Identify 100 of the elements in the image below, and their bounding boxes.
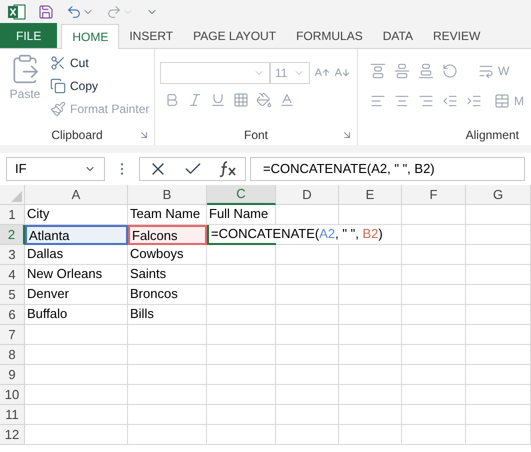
align-left-icon[interactable]	[370, 93, 386, 109]
active-cell[interactable]: =CONCATENATE(A2, " ", B2)	[207, 225, 402, 245]
group-label: Clipboard	[51, 127, 103, 144]
align-top-icon[interactable]	[370, 63, 386, 79]
borders-icon[interactable]	[233, 92, 249, 108]
table-cell	[207, 325, 276, 345]
table-cell	[207, 345, 276, 365]
row-header[interactable]: 8	[0, 345, 25, 365]
paint-bucket-icon[interactable]	[256, 92, 272, 108]
table-cell	[207, 385, 276, 405]
table-cell	[207, 245, 276, 265]
table-cell	[402, 245, 466, 265]
table-cell	[276, 345, 339, 365]
select-all-icon[interactable]	[11, 191, 22, 202]
table-cell	[402, 265, 466, 285]
clipboard-button[interactable]: Cut	[50, 53, 150, 73]
row-header[interactable]: 12	[0, 425, 25, 445]
table-cell	[339, 365, 402, 385]
formula-field[interactable]: =CONCATENATE(A2, " ", B2)	[250, 157, 525, 181]
ribbon-tab[interactable]: HOME	[61, 24, 120, 49]
table-cell: Dallas	[25, 245, 128, 265]
ribbon-tab[interactable]: DATA	[372, 23, 423, 48]
underline-icon[interactable]	[210, 92, 226, 108]
table-cell	[402, 385, 466, 405]
function-icon[interactable]	[218, 160, 238, 178]
row-header[interactable]: 9	[0, 365, 25, 385]
font-name-field[interactable]	[160, 62, 270, 84]
row-header[interactable]: 3	[0, 245, 25, 265]
scissors-icon	[50, 55, 66, 71]
align-bottom-icon[interactable]	[418, 63, 434, 79]
table-cell: Bills	[128, 305, 207, 325]
table-cell	[207, 265, 276, 285]
align-middle-icon[interactable]	[394, 63, 410, 79]
table-cell	[402, 225, 466, 245]
align-right-icon[interactable]	[418, 93, 434, 109]
column-header[interactable]: A	[25, 185, 128, 205]
group-label: Font	[244, 127, 268, 144]
table-cell	[339, 345, 402, 365]
table-cell	[276, 425, 339, 445]
merge-cells-icon	[494, 93, 510, 109]
table-cell	[276, 245, 339, 265]
name-box[interactable]: IF	[6, 157, 105, 181]
table-cell	[339, 265, 402, 285]
row-header[interactable]: 1	[0, 205, 25, 225]
table-cell	[339, 285, 402, 305]
table-cell	[339, 385, 402, 405]
file-tab[interactable]: FILE	[0, 23, 58, 48]
column-header[interactable]: G	[466, 185, 531, 205]
table-cell	[402, 425, 466, 445]
clipboard-button[interactable]: Copy	[50, 76, 150, 96]
column-header[interactable]: C	[207, 185, 276, 205]
table-cell: Saints	[128, 265, 207, 285]
table-cell	[207, 405, 276, 425]
copy-icon	[50, 78, 66, 94]
column-header[interactable]: D	[276, 185, 339, 205]
column-header[interactable]: F	[402, 185, 466, 205]
undo-icon[interactable]	[66, 4, 82, 20]
table-cell	[466, 285, 531, 305]
redo-icon[interactable]	[106, 4, 122, 20]
table-cell	[276, 285, 339, 305]
table-cell	[339, 245, 402, 265]
table-cell: Buffalo	[25, 305, 128, 325]
table-cell: City	[25, 205, 128, 225]
row-header[interactable]: 5	[0, 285, 25, 305]
increase-indent-icon[interactable]	[466, 93, 482, 109]
ribbon-tab[interactable]: PAGE LAYOUT	[183, 23, 286, 48]
italic-icon[interactable]	[187, 92, 203, 108]
table-cell	[466, 245, 531, 265]
save-icon[interactable]	[38, 4, 54, 20]
ribbon-tab[interactable]: INSERT	[119, 23, 184, 48]
font-color-icon[interactable]	[279, 92, 295, 108]
table-cell	[276, 325, 339, 345]
ribbon-tab[interactable]: REVIEW	[422, 23, 490, 48]
row-header[interactable]: 6	[0, 305, 25, 325]
ribbon-tab[interactable]: FORMULAS	[286, 23, 373, 48]
table-cell	[276, 205, 339, 225]
table-cell	[466, 225, 531, 245]
table-cell	[402, 405, 466, 425]
table-cell	[466, 345, 531, 365]
column-header[interactable]: E	[339, 185, 402, 205]
row-header[interactable]: 7	[0, 325, 25, 345]
table-cell	[466, 385, 531, 405]
table-cell	[339, 325, 402, 345]
table-cell	[466, 205, 531, 225]
table-cell: Team Name	[128, 205, 207, 225]
table-cell	[402, 285, 466, 305]
column-header[interactable]: B	[128, 185, 207, 205]
table-cell: Cowboys	[128, 245, 207, 265]
row-header[interactable]: 4	[0, 265, 25, 285]
decrease-indent-icon[interactable]	[442, 93, 458, 109]
row-header[interactable]: 2	[0, 225, 25, 245]
orientation-icon[interactable]	[442, 63, 458, 79]
dialog-launcher-icon[interactable]	[138, 129, 150, 141]
table-cell	[466, 425, 531, 445]
row-header[interactable]: 11	[0, 405, 25, 425]
align-center-icon[interactable]	[394, 93, 410, 109]
spreadsheet-logo-icon[interactable]	[8, 4, 26, 20]
row-header[interactable]: 10	[0, 385, 25, 405]
highlighted-cell: Atlanta	[25, 225, 128, 245]
dialog-launcher-icon[interactable]	[341, 129, 353, 141]
